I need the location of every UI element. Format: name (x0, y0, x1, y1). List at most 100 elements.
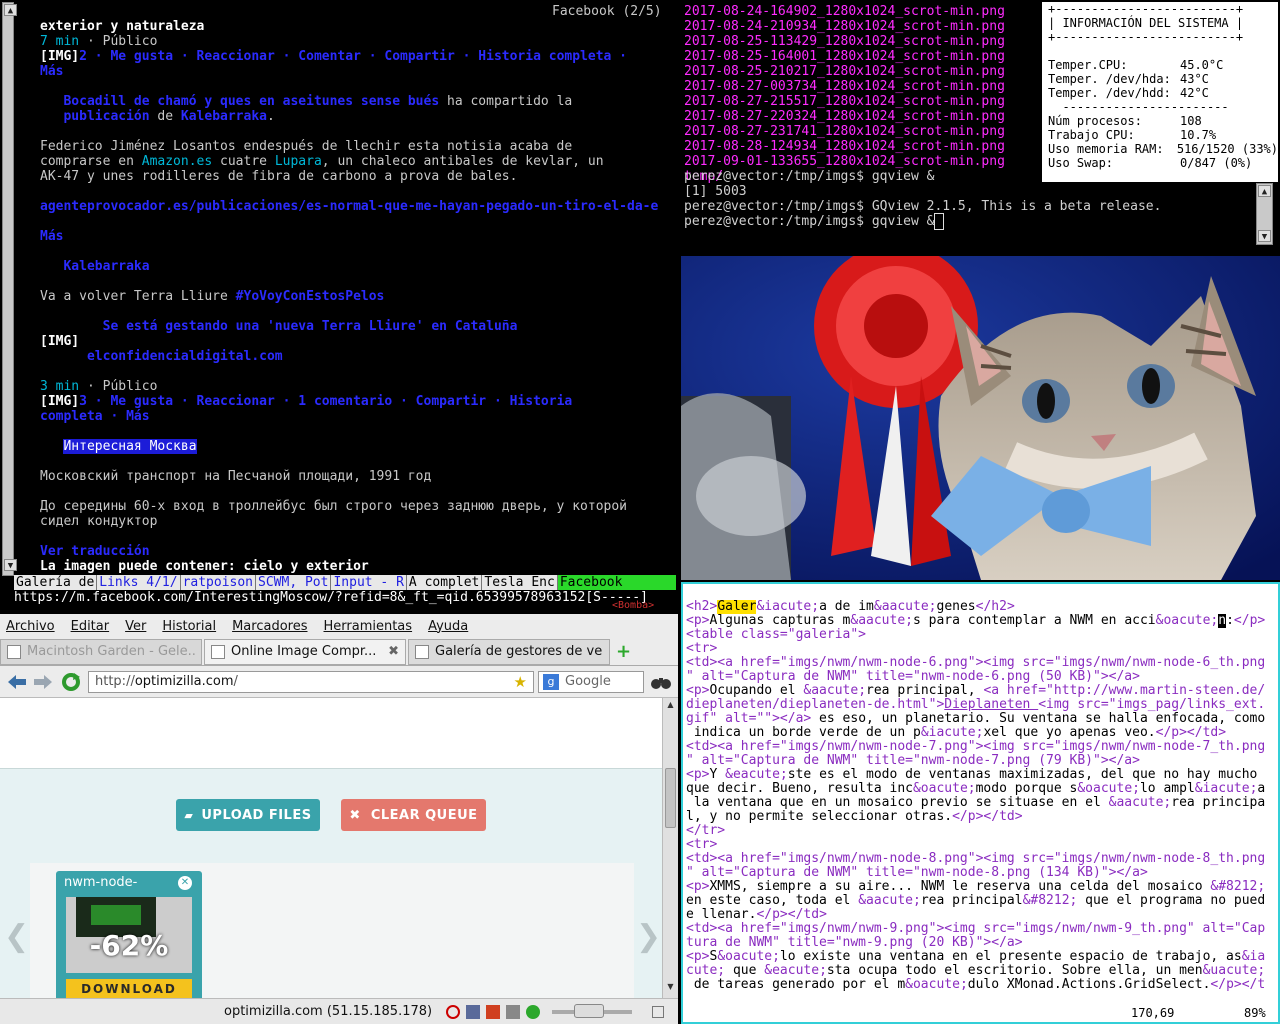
editor-line[interactable]: <p>Ocupando el &aacute;rea principal, <a… (686, 684, 1278, 698)
editor-line[interactable]: " alt="Captura de NWM" title="nwm-node-6… (686, 670, 1278, 684)
upload-files-button[interactable]: ▰ UPLOAD FILES (176, 799, 320, 831)
source-text[interactable]: Dieplaneten (944, 698, 1038, 712)
editor-line[interactable]: tura de NWM" title="nwm-9.png (20 KB)"><… (686, 936, 1278, 950)
block-icon[interactable] (446, 1004, 461, 1019)
editor-line[interactable]: " alt="Captura de NWM" title="nwm-node-8… (686, 866, 1278, 880)
download-button[interactable]: DOWNLOAD (66, 979, 192, 999)
scroll-down-arrow-icon[interactable]: ▼ (4, 559, 17, 571)
forward-arrow-icon[interactable] (32, 673, 54, 691)
shield-icon[interactable] (506, 1004, 521, 1019)
back-arrow-icon[interactable] (6, 673, 28, 691)
tab-status-item[interactable]: SCWM, Pot (256, 575, 332, 590)
feed-text[interactable]: 3 min (40, 379, 79, 394)
editor-line[interactable]: " alt="Captura de NWM" title="nwm-node-7… (686, 754, 1278, 768)
page-scrollbar[interactable]: ▲ ▼ (662, 698, 678, 998)
feed-text[interactable]: Kalebarraka (181, 109, 267, 124)
feed-text[interactable]: Amazon.es (142, 154, 212, 169)
terminal-scrollbar[interactable]: ▲ ▼ (1256, 183, 1273, 245)
reload-icon[interactable] (60, 671, 82, 693)
editor-line[interactable]: <td><a href="imgs/nwm/nwm-9.png"><img sr… (686, 922, 1278, 936)
editor-line[interactable]: <h2>Galer&iacute;a de im&aacute;genes</h… (686, 600, 1278, 614)
editor-line[interactable]: <p>Algunas capturas m&aacute;s para cont… (686, 614, 1278, 628)
prev-arrow-icon[interactable]: ❮ (4, 919, 29, 954)
feed-text[interactable]: Lupara (275, 154, 322, 169)
tab-status-item[interactable]: Links 4/1/ (97, 575, 181, 590)
facebook-terminal-window[interactable]: ▲ ▼ Facebook (2/5) exterior y naturaleza… (0, 0, 676, 608)
feed-text[interactable]: elconfidencialdigital.com (87, 349, 283, 364)
url-bar[interactable]: http://optimizilla.com / ★ (88, 670, 534, 693)
feed-text[interactable]: Se está gestando una 'nueva Terra Lliure… (103, 319, 518, 334)
menu-item[interactable]: Ver (125, 619, 146, 634)
scroll-up-arrow-icon[interactable]: ▲ (1258, 185, 1271, 197)
browser-tab[interactable]: Online Image Compr... ✖ (204, 638, 406, 665)
editor-line[interactable]: <p>S&oacute;lo existe una ventana en el … (686, 950, 1278, 964)
feed-text[interactable]: Más (40, 64, 63, 79)
tab-status-item[interactable]: Facebook (557, 575, 676, 590)
editor-line[interactable]: e llenar.</p></td> (686, 908, 1278, 922)
addon-icon[interactable] (466, 1004, 481, 1019)
feed-text[interactable]: Más (40, 229, 63, 244)
close-tab-icon[interactable]: ✖ (388, 644, 399, 659)
feed-text[interactable]: Kalebarraka (63, 259, 149, 274)
editor-line[interactable]: <p>XMMS, siempre a su aire... NWM le res… (686, 880, 1278, 894)
js-icon[interactable] (486, 1004, 501, 1019)
menu-item[interactable]: Ayuda (428, 619, 468, 634)
scroll-down-arrow-icon[interactable]: ▼ (665, 982, 676, 994)
editor-line[interactable]: dieplaneten/dieplaneten-de.html">Dieplan… (686, 698, 1278, 712)
editor-line[interactable]: la ventana que en un mosaico previo se s… (686, 796, 1278, 810)
editor-line[interactable]: <td><a href="imgs/nwm/nwm-node-7.png"><i… (686, 740, 1278, 754)
html-source-editor[interactable]: <h2>Galer&iacute;a de im&aacute;genes</h… (681, 582, 1280, 1024)
resize-grip-icon[interactable] (652, 1005, 665, 1018)
new-tab-icon[interactable]: + (616, 641, 631, 662)
tab-status-item[interactable]: Tesla Enc (482, 575, 558, 590)
scroll-thumb[interactable] (665, 768, 676, 828)
remove-icon[interactable]: ✕ (178, 876, 192, 890)
clear-queue-button[interactable]: ✖ CLEAR QUEUE (341, 799, 486, 831)
editor-line[interactable]: cute; que &eacute;sta ocupa todo el escr… (686, 964, 1278, 978)
menu-item[interactable]: Archivo (6, 619, 55, 634)
terminal-scrollbar[interactable]: ▲ ▼ (2, 2, 17, 576)
tab-status-item[interactable]: Galería de (14, 575, 98, 590)
editor-line[interactable]: <tr> (686, 642, 1278, 656)
menu-item[interactable]: Historial (162, 619, 216, 634)
zoom-slider[interactable] (552, 1003, 633, 1018)
editor-line[interactable]: que decir. Bueno, resulta inc&oacute;mod… (686, 782, 1278, 796)
feed-text[interactable]: completa · Más (40, 409, 150, 424)
tab-status-item[interactable]: A complet (407, 575, 483, 590)
thumbnail-card[interactable]: nwm-node- ✕ -62% DOWNLOAD (56, 871, 202, 1007)
search-input[interactable]: g Google (538, 670, 644, 693)
scroll-up-arrow-icon[interactable]: ▲ (4, 4, 17, 16)
editor-line[interactable]: en este caso, toda el &aacute;rea princi… (686, 894, 1278, 908)
browser-tab[interactable]: Macintosh Garden - Gele... (0, 638, 202, 665)
feed-text[interactable]: Ver traducción (40, 544, 150, 559)
feed-text[interactable]: 3 · Me gusta · Reaccionar · 1 comentario… (79, 394, 572, 409)
editor-line[interactable]: <p>Y &eacute;ste es el modo de ventanas … (686, 768, 1278, 782)
next-arrow-icon[interactable]: ❯ (636, 919, 661, 954)
feed-text[interactable]: 7 min (40, 34, 79, 49)
feed-text[interactable]: publicación (63, 109, 149, 124)
menu-item[interactable]: Marcadores (232, 619, 307, 634)
tab-status-item[interactable]: ratpoison (181, 575, 257, 590)
editor-line[interactable]: l, y no permite seleccionar otras.</p></… (686, 810, 1278, 824)
menu-item[interactable]: Herramientas (324, 619, 413, 634)
bookmark-star-icon[interactable]: ★ (514, 673, 527, 691)
editor-line[interactable]: <td><a href="imgs/nwm/nwm-node-8.png"><i… (686, 852, 1278, 866)
editor-line[interactable]: gif" alt=""></a> es eso, un planetario. … (686, 712, 1278, 726)
feed-text[interactable]: agenteprovocador.es/publicaciones/es-nor… (40, 199, 658, 214)
scroll-down-arrow-icon[interactable]: ▼ (1258, 230, 1271, 242)
editor-line[interactable]: <table class="galeria"> (686, 628, 1278, 642)
feed-text[interactable]: #YoVoyConEstosPelos (236, 289, 385, 304)
editor-line[interactable]: <td><a href="imgs/nwm/nwm-node-6.png"><i… (686, 656, 1278, 670)
editor-line[interactable]: indica un borde verde de un p&iacute;xel… (686, 726, 1278, 740)
scroll-up-arrow-icon[interactable]: ▲ (665, 700, 676, 712)
editor-line[interactable]: <tr> (686, 838, 1278, 852)
feed-text[interactable]: Bocadill de chamó y ques en aseitunes se… (63, 94, 439, 109)
binoculars-icon[interactable] (650, 674, 672, 690)
editor-line[interactable]: </tr> (686, 824, 1278, 838)
browser-window[interactable]: Archivo Editar Ver Historial Marcadores Herra… (0, 614, 678, 1024)
tab-status-item[interactable]: Input - R (331, 575, 407, 590)
editor-line[interactable]: de tareas generado por el m&oacute;dulo … (686, 978, 1278, 992)
editor-text[interactable]: <h2>Galer&iacute;a de im&aacute;genes</h… (686, 600, 1278, 992)
menu-item[interactable]: Editar (71, 619, 110, 634)
browser-tab[interactable]: Galería de gestores de ve... (408, 638, 610, 665)
